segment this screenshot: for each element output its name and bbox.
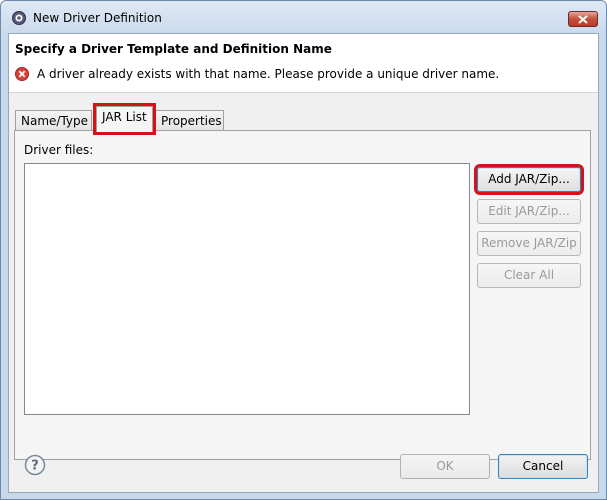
cancel-button[interactable]: Cancel <box>498 454 588 479</box>
eclipse-gear-icon <box>12 11 26 25</box>
dialog-client-area: Specify a Driver Template and Definition… <box>8 33 599 493</box>
close-button[interactable] <box>568 11 598 27</box>
error-message: A driver already exists with that name. … <box>37 67 500 81</box>
remove-jar-button[interactable]: Remove JAR/Zip <box>477 231 581 256</box>
edit-jar-button[interactable]: Edit JAR/Zip... <box>477 199 581 224</box>
title-bar[interactable]: New Driver Definition <box>1 1 606 37</box>
jar-list-panel: Driver files: Add JAR/Zip... Edit JAR/Zi… <box>14 130 591 460</box>
window-title: New Driver Definition <box>33 11 162 25</box>
dialog-window: New Driver Definition Specify a Driver T… <box>0 0 607 500</box>
tab-properties[interactable]: Properties <box>155 110 224 132</box>
tab-label: Properties <box>161 114 222 128</box>
page-title: Specify a Driver Template and Definition… <box>15 42 332 56</box>
tab-jar-list[interactable]: JAR List <box>93 103 156 135</box>
driver-files-list[interactable] <box>24 163 470 415</box>
tab-label: Name/Type <box>21 114 89 128</box>
tab-name-type[interactable]: Name/Type <box>15 110 92 132</box>
svg-text:?: ? <box>31 459 39 474</box>
close-icon <box>578 15 588 24</box>
error-icon <box>15 67 29 81</box>
driver-files-label: Driver files: <box>24 143 94 157</box>
help-icon[interactable]: ? <box>24 454 46 476</box>
dialog-header: Specify a Driver Template and Definition… <box>9 34 598 93</box>
add-jar-button[interactable]: Add JAR/Zip... <box>474 164 584 195</box>
ok-button[interactable]: OK <box>400 454 490 479</box>
tab-label: JAR List <box>102 110 147 124</box>
clear-all-button[interactable]: Clear All <box>477 263 581 288</box>
